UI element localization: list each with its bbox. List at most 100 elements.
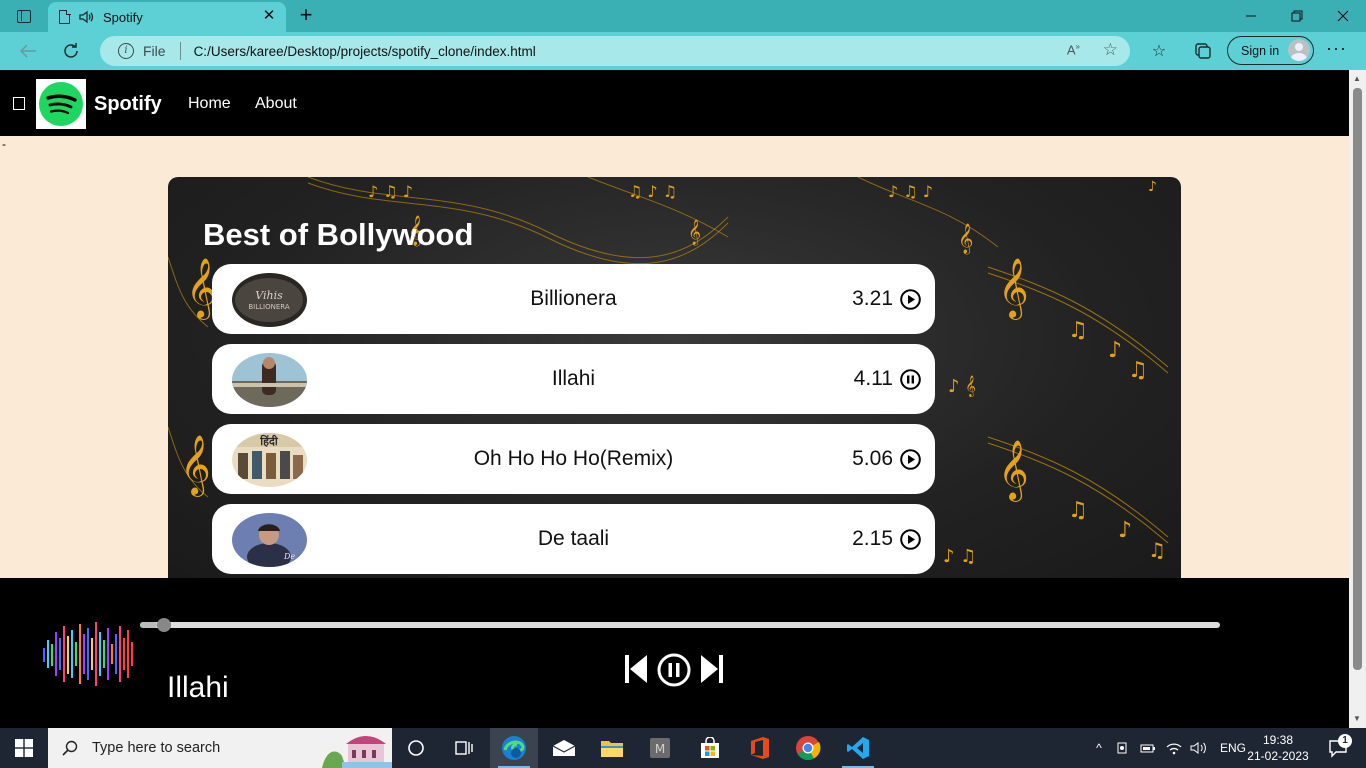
info-icon[interactable]: i bbox=[118, 43, 134, 59]
start-button[interactable] bbox=[0, 728, 48, 768]
clock-date: 21-02-2023 bbox=[1247, 749, 1309, 763]
refresh-button[interactable] bbox=[58, 39, 84, 63]
tab-actions-button[interactable] bbox=[8, 4, 40, 28]
scroll-up-icon[interactable]: ▲ bbox=[1353, 74, 1361, 83]
song-name: De taali bbox=[537, 527, 610, 550]
meet-now-icon[interactable] bbox=[1116, 741, 1130, 755]
mail-icon bbox=[552, 740, 576, 756]
song-item[interactable]: Illahi 4.11 bbox=[212, 344, 935, 414]
favorites-button[interactable]: ☆ bbox=[1147, 40, 1171, 62]
svg-text:♫ ♪ ♫: ♫ ♪ ♫ bbox=[628, 182, 677, 201]
svg-text:♫: ♫ bbox=[1128, 358, 1148, 383]
address-bar[interactable]: i File C:/Users/karee/Desktop/projects/s… bbox=[100, 36, 1130, 66]
tab-close-icon[interactable]: ✕ bbox=[260, 7, 278, 25]
taskbar-clock[interactable]: 19:38 21-02-2023 bbox=[1240, 732, 1316, 764]
browser-toolbar: i File C:/Users/karee/Desktop/projects/s… bbox=[0, 32, 1366, 70]
system-tray: ^ ENG bbox=[1092, 728, 1246, 768]
song-item[interactable]: हिंदी Oh Ho Ho Ho(Remix) 5.06 bbox=[212, 424, 935, 494]
vscode-icon bbox=[847, 737, 869, 759]
add-favorite-icon[interactable]: ☆ bbox=[1103, 40, 1118, 60]
previous-icon[interactable] bbox=[624, 654, 648, 684]
clock-time: 19:38 bbox=[1262, 733, 1294, 747]
notifications-button[interactable]: 1 bbox=[1318, 728, 1358, 768]
taskbar-app-m[interactable]: M bbox=[636, 728, 684, 768]
new-tab-button[interactable]: + bbox=[294, 4, 318, 28]
site-navbar: Spotify Home About bbox=[0, 70, 1349, 136]
browser-tab-strip: Spotify ✕ + bbox=[0, 0, 1366, 32]
scroll-down-icon[interactable]: ▼ bbox=[1353, 714, 1361, 723]
pause-circle-icon[interactable] bbox=[900, 369, 921, 390]
stray-text: - bbox=[2, 137, 6, 151]
sign-in-button[interactable]: Sign in bbox=[1227, 36, 1314, 65]
page-scrollbar[interactable]: ▲ ▼ bbox=[1349, 70, 1366, 728]
cortana-button[interactable] bbox=[392, 728, 440, 768]
edge-icon bbox=[502, 736, 526, 760]
play-circle-icon[interactable] bbox=[900, 449, 921, 470]
taskbar-office[interactable] bbox=[736, 728, 784, 768]
svg-text:𝄞: 𝄞 bbox=[688, 219, 701, 245]
song-name: Oh Ho Ho Ho(Remix) bbox=[473, 447, 674, 470]
speaker-icon[interactable] bbox=[78, 9, 94, 25]
restore-button[interactable] bbox=[1274, 0, 1320, 32]
taskbar-vscode[interactable] bbox=[834, 728, 882, 768]
more-menu-icon[interactable]: ··· bbox=[1326, 38, 1347, 59]
song-duration: 3.21 bbox=[852, 287, 893, 310]
svg-text:♪ ♫ ♪: ♪ ♫ ♪ bbox=[888, 182, 933, 201]
svg-text:♫: ♫ bbox=[1068, 318, 1088, 343]
svg-text:♪ ♫: ♪ ♫ bbox=[943, 546, 976, 567]
taskbar-mail[interactable] bbox=[540, 728, 588, 768]
svg-text:𝄞: 𝄞 bbox=[180, 435, 211, 497]
taskbar-file-explorer[interactable] bbox=[588, 728, 636, 768]
refresh-icon bbox=[64, 43, 78, 58]
scrollbar-thumb[interactable] bbox=[1353, 88, 1362, 670]
audio-wave-gif bbox=[43, 622, 133, 686]
pause-circle-icon[interactable] bbox=[657, 653, 691, 687]
next-icon[interactable] bbox=[700, 654, 724, 684]
spotify-logo[interactable] bbox=[36, 79, 86, 129]
read-aloud-icon[interactable]: A» bbox=[1067, 42, 1080, 57]
song-name: Billionera bbox=[530, 287, 617, 310]
browser-tab[interactable]: Spotify ✕ bbox=[48, 2, 286, 32]
svg-text:♫: ♫ bbox=[1068, 498, 1088, 523]
playlist-title: Best of Bollywood bbox=[203, 217, 474, 252]
search-icon bbox=[62, 740, 78, 756]
taskbar-search[interactable]: Type here to search bbox=[48, 728, 392, 768]
battery-icon[interactable] bbox=[1140, 741, 1156, 755]
player-bar: Illahi bbox=[0, 578, 1349, 728]
svg-text:♪: ♪ bbox=[1118, 518, 1132, 543]
tab-title: Spotify bbox=[103, 9, 143, 25]
collections-button[interactable] bbox=[1191, 40, 1215, 62]
page-icon bbox=[59, 9, 71, 24]
taskbar-chrome[interactable] bbox=[784, 728, 832, 768]
close-window-button[interactable] bbox=[1320, 0, 1366, 32]
play-circle-icon[interactable] bbox=[900, 289, 921, 310]
now-playing-title: Illahi bbox=[167, 671, 229, 704]
sign-in-label: Sign in bbox=[1241, 43, 1280, 58]
tray-expand-icon[interactable]: ^ bbox=[1092, 741, 1106, 755]
nav-link-home[interactable]: Home bbox=[188, 95, 231, 113]
task-view-icon bbox=[455, 741, 473, 755]
song-item[interactable]: Vihis BILLIONERA Billionera 3.21 bbox=[212, 264, 935, 334]
nav-link-about[interactable]: About bbox=[255, 95, 297, 113]
taskbar-store[interactable] bbox=[686, 728, 734, 768]
address-url[interactable]: C:/Users/karee/Desktop/projects/spotify_… bbox=[194, 44, 536, 59]
play-circle-icon[interactable] bbox=[900, 529, 921, 550]
windows-taskbar: Type here to search M ^ ENG 19:38 21-02-… bbox=[0, 728, 1366, 768]
svg-text:M: M bbox=[655, 742, 665, 756]
seek-bar-handle[interactable] bbox=[157, 618, 172, 632]
seek-bar[interactable] bbox=[140, 618, 1220, 632]
wifi-icon[interactable] bbox=[1166, 741, 1182, 755]
search-highlight-illustration bbox=[312, 728, 392, 768]
task-view-button[interactable] bbox=[440, 728, 488, 768]
minimize-icon bbox=[1246, 15, 1256, 17]
taskbar-edge[interactable] bbox=[490, 728, 538, 768]
svg-text:𝄞: 𝄞 bbox=[998, 440, 1029, 502]
volume-icon[interactable] bbox=[1190, 741, 1208, 755]
back-button[interactable] bbox=[15, 39, 41, 63]
brand-name[interactable]: Spotify bbox=[94, 93, 162, 116]
minimize-button[interactable] bbox=[1228, 0, 1274, 32]
office-icon bbox=[751, 737, 769, 759]
menu-checkbox[interactable] bbox=[13, 97, 25, 110]
svg-text:♪: ♪ bbox=[1148, 179, 1157, 195]
song-item[interactable]: De De taali 2.15 bbox=[212, 504, 935, 574]
